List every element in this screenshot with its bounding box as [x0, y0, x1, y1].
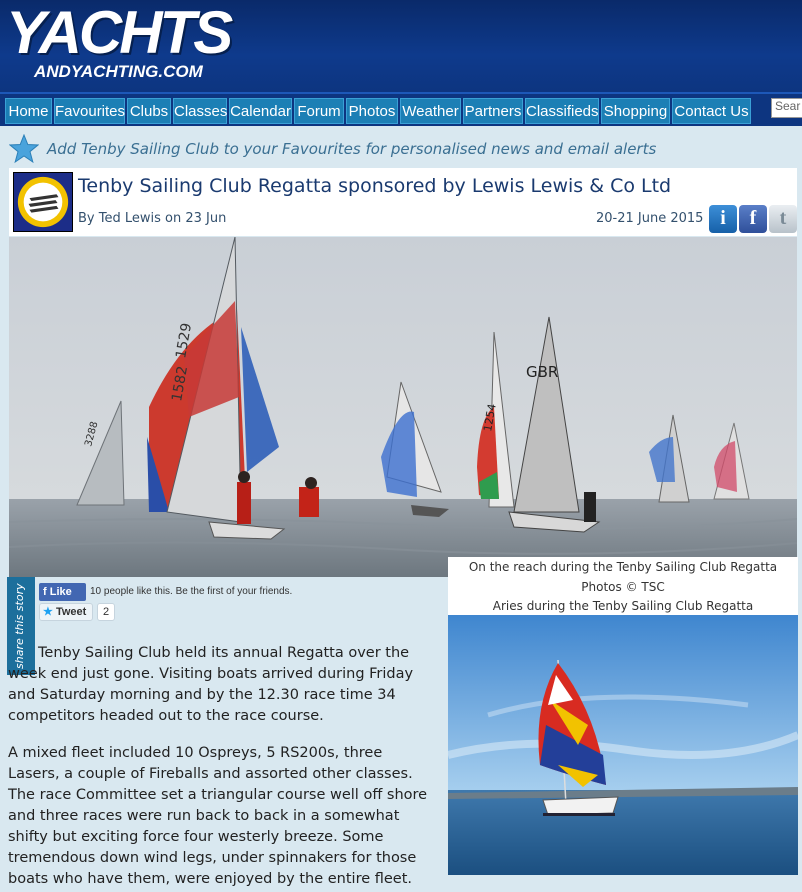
site-logo-subtitle[interactable]: ANDYACHTING.COM	[34, 62, 203, 82]
nav-item-clubs[interactable]: Clubs	[127, 98, 171, 124]
facebook-like-icon: f	[43, 586, 50, 598]
main-photo-caption: On the reach during the Tenby Sailing Cl…	[468, 560, 778, 574]
main-photo[interactable]: 3288 1529 1582 GBR 1254	[9, 237, 797, 577]
tweet-button[interactable]: ★ Tweet	[39, 603, 93, 621]
nav-item-weather[interactable]: Weather	[400, 98, 461, 124]
search-input[interactable]: Sear	[771, 98, 802, 118]
facebook-like-button[interactable]: f Like	[39, 583, 86, 601]
article-paragraph: A mixed fleet included 10 Ospreys, 5 RS2…	[8, 745, 428, 887]
event-date: 20-21 June 2015	[596, 211, 704, 226]
twitter-icon[interactable]: t	[769, 205, 797, 233]
nav-item-classes[interactable]: Classes	[173, 98, 227, 124]
nav-item-contact-us[interactable]: Contact Us	[672, 98, 751, 124]
info-icon[interactable]: i	[709, 205, 737, 233]
nav-item-calendar[interactable]: Calendar	[229, 98, 292, 124]
add-favourites-link[interactable]: Add Tenby Sailing Club to your Favourite…	[47, 140, 656, 158]
nav-item-forum[interactable]: Forum	[294, 98, 344, 124]
like-label: Like	[49, 586, 72, 598]
nav-item-favourites[interactable]: Favourites	[54, 98, 125, 124]
photo-credit: Photos © TSC	[581, 580, 665, 594]
aries-photo-image	[448, 615, 798, 875]
nav-item-partners[interactable]: Partners	[463, 98, 523, 124]
regatta-photo-image: 3288 1529 1582 GBR 1254	[9, 237, 797, 577]
second-photo-caption: Aries during the Tenby Sailing Club Rega…	[448, 597, 798, 615]
article-title: Tenby Sailing Club Regatta sponsored by …	[78, 175, 672, 197]
nav-item-home[interactable]: Home	[5, 98, 52, 124]
sail-number: GBR	[526, 363, 558, 381]
facebook-like-text: 10 people like this. Be the first of you…	[90, 586, 293, 597]
nav-item-shopping[interactable]: Shopping	[601, 98, 670, 124]
favourites-bar: Add Tenby Sailing Club to your Favourite…	[0, 126, 802, 168]
article-byline: By Ted Lewis on 23 Jun	[78, 211, 227, 226]
star-icon[interactable]	[9, 134, 39, 164]
tweet-label: Tweet	[55, 606, 87, 618]
tweet-count: 2	[97, 603, 115, 621]
second-photo[interactable]	[448, 615, 798, 875]
facebook-icon[interactable]: f	[739, 205, 767, 233]
article-paragraph: Tenby Sailing Club held its annual Regat…	[8, 645, 414, 724]
nav-item-classifieds[interactable]: Classifieds	[525, 98, 599, 124]
site-logo[interactable]: YACHTS	[6, 2, 233, 64]
site-header: YACHTS ANDYACHTING.COM	[0, 0, 802, 92]
nav-item-photos[interactable]: Photos	[346, 98, 398, 124]
article-header: Tenby Sailing Club Regatta sponsored by …	[9, 168, 797, 236]
twitter-bird-icon: ★	[43, 606, 53, 618]
main-nav: Home Favourites Clubs Classes Calendar F…	[0, 92, 802, 126]
club-logo	[13, 172, 73, 232]
